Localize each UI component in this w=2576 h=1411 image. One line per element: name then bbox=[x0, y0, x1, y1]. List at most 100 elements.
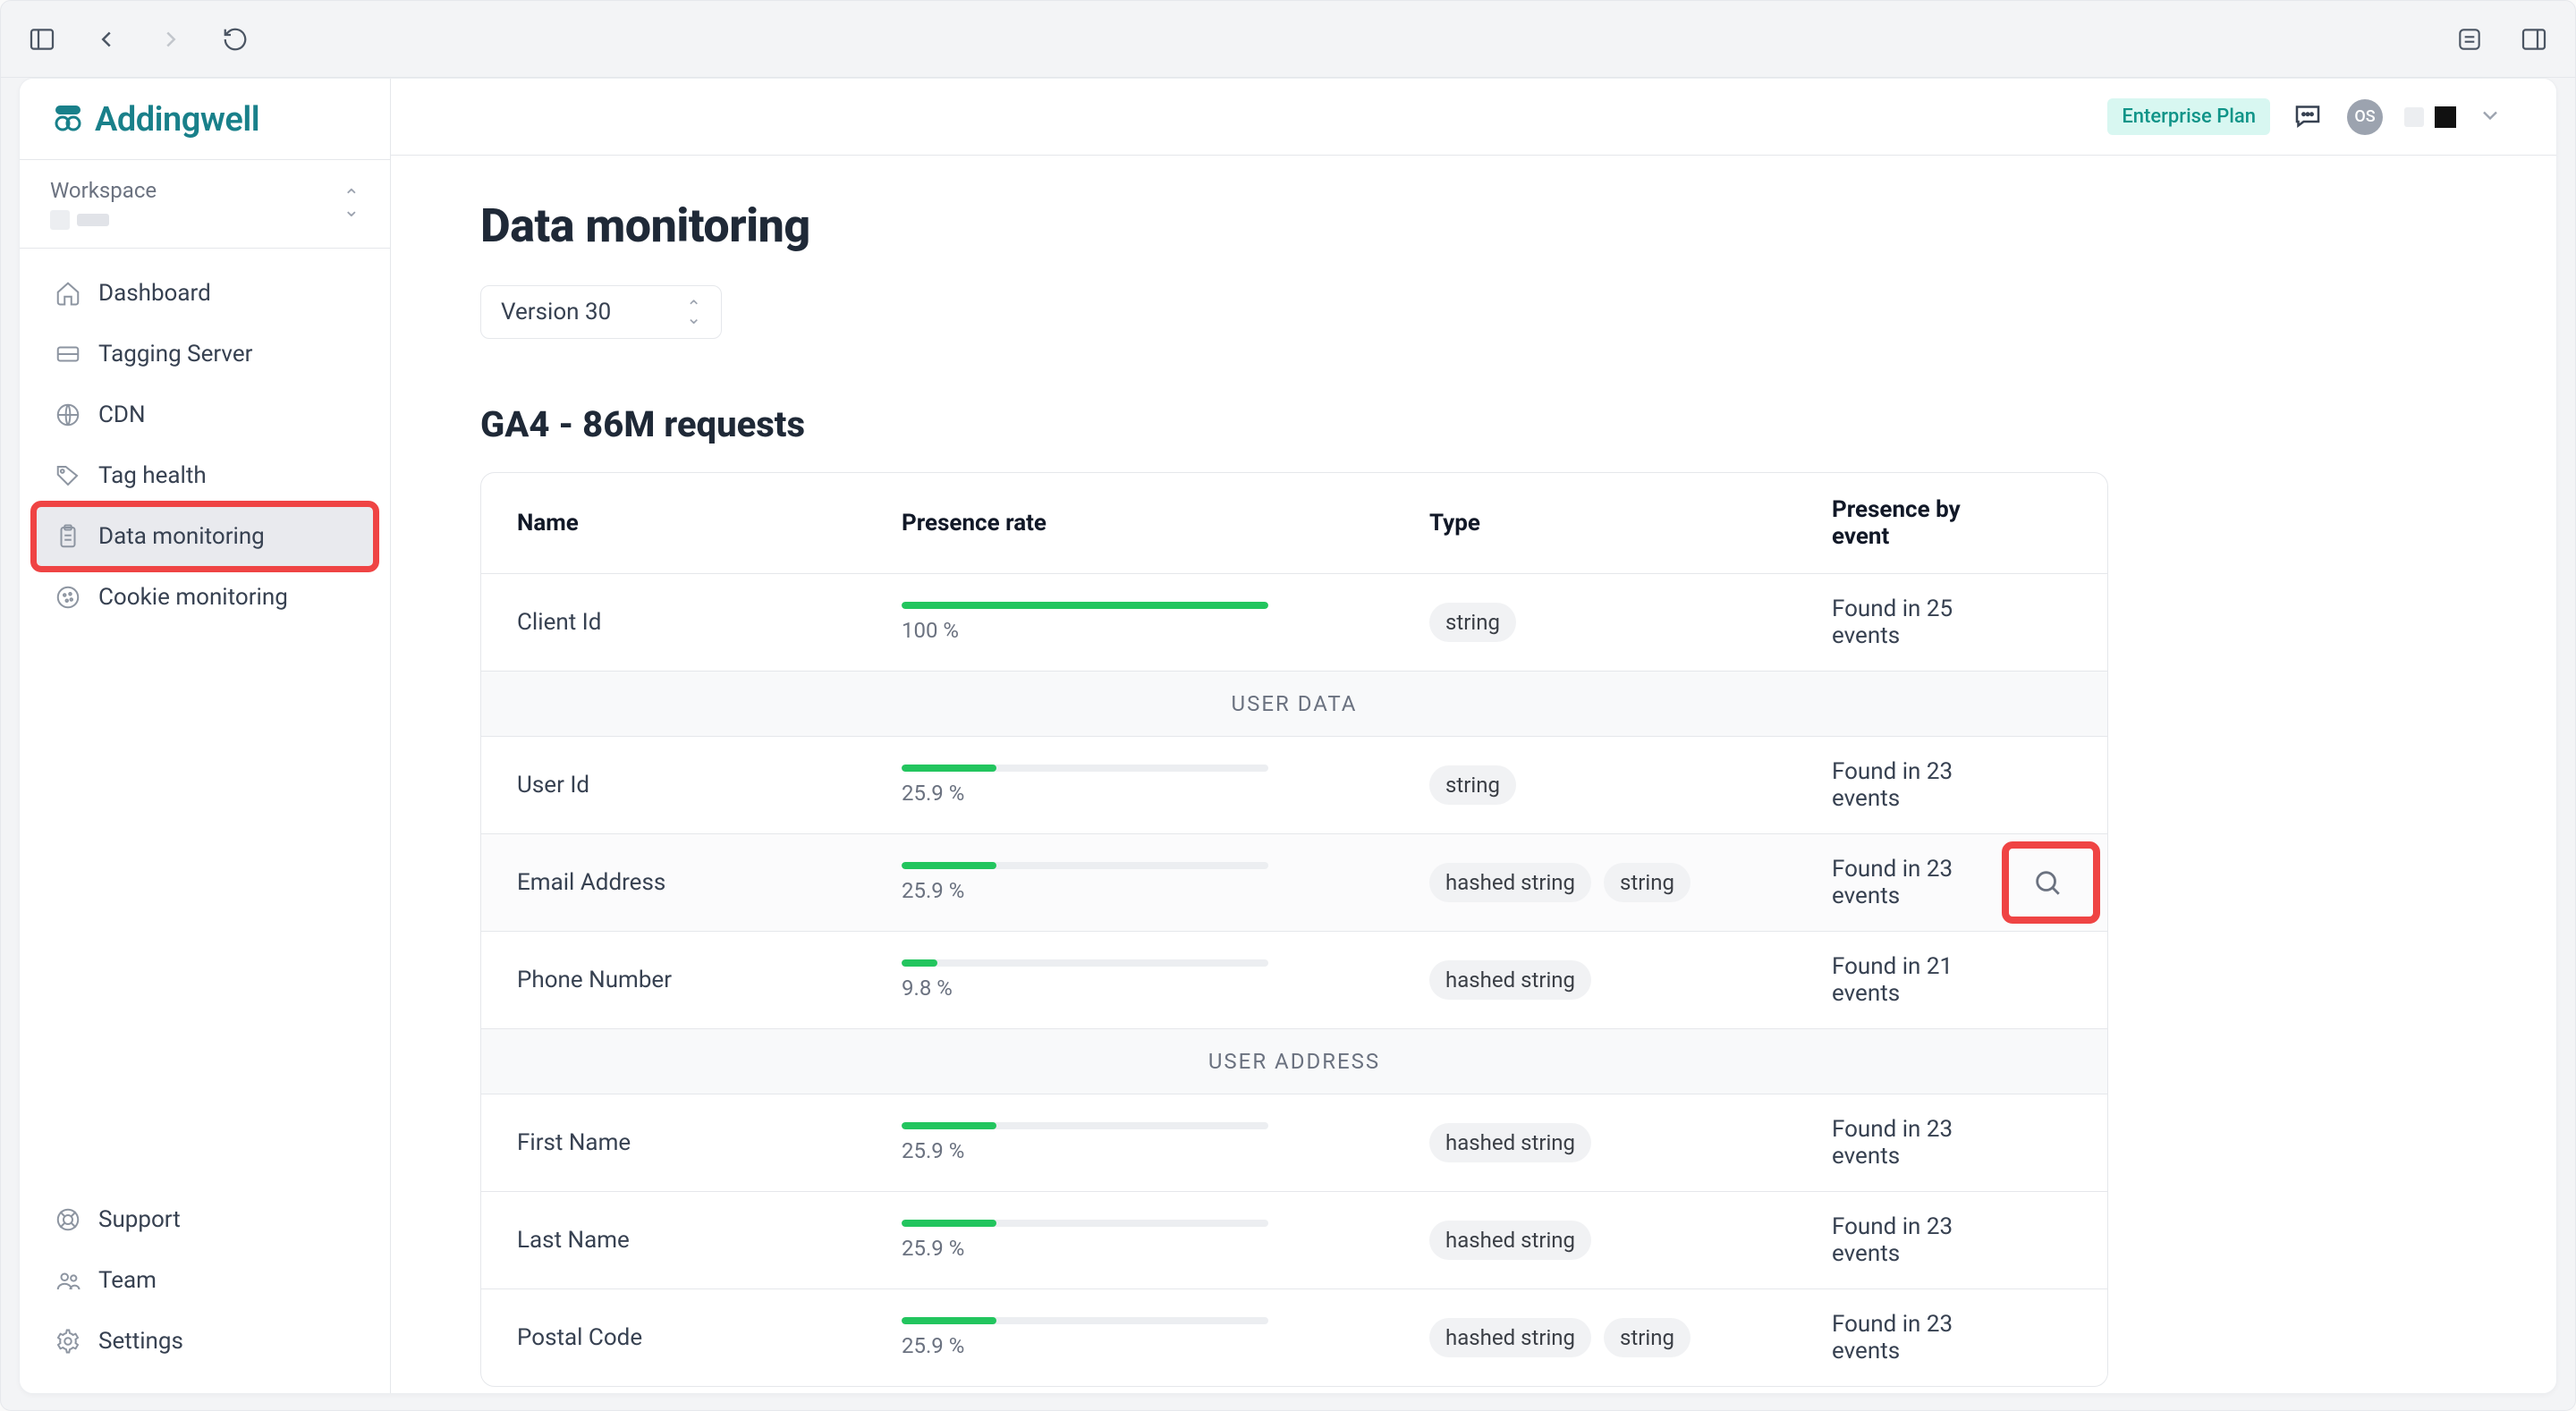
row-presence: Found in 23 events bbox=[1832, 856, 1982, 909]
sidebar-item-label: Data monitoring bbox=[98, 523, 265, 550]
sidebar-item-data-monitoring[interactable]: Data monitoring bbox=[36, 506, 374, 567]
reload-icon[interactable] bbox=[219, 23, 251, 55]
sidebar-item-label: Tag health bbox=[98, 462, 207, 489]
sidebar-item-settings[interactable]: Settings bbox=[36, 1311, 374, 1372]
chevron-down-icon[interactable] bbox=[2478, 103, 2503, 131]
plan-badge[interactable]: Enterprise Plan bbox=[2107, 98, 2270, 135]
type-tag: hashed string bbox=[1429, 1123, 1591, 1162]
presence-rate: 25.9 % bbox=[902, 1122, 1429, 1163]
tag-icon bbox=[54, 461, 82, 490]
workspace-selector[interactable]: Workspace ⌃⌄ bbox=[20, 160, 390, 249]
lifebuoy-icon bbox=[54, 1205, 82, 1234]
workspace-value bbox=[50, 210, 157, 230]
logo[interactable]: Addingwell bbox=[20, 79, 390, 160]
progress-fill bbox=[902, 602, 1268, 609]
forward-icon bbox=[155, 23, 187, 55]
presence-rate: 25.9 % bbox=[902, 1317, 1429, 1358]
presence-rate: 25.9 % bbox=[902, 765, 1429, 806]
table-row[interactable]: User Id25.9 %stringFound in 23 events bbox=[481, 736, 2107, 833]
back-icon[interactable] bbox=[90, 23, 123, 55]
section-title: USER DATA bbox=[1232, 691, 1358, 716]
browser-chrome bbox=[1, 1, 2575, 78]
table-row[interactable]: Postal Code25.9 % hashed stringstringFoun… bbox=[481, 1288, 2107, 1386]
progress-fill bbox=[902, 862, 996, 869]
sidebar-item-label: Cookie monitoring bbox=[98, 584, 288, 611]
sidebar-item-team[interactable]: Team bbox=[36, 1250, 374, 1311]
row-types: string bbox=[1429, 765, 1832, 805]
column-presence-by-event: Presence by event bbox=[1832, 496, 1982, 550]
org-name-placeholder bbox=[2435, 106, 2456, 128]
sidebar-item-label: Dashboard bbox=[98, 280, 211, 307]
sidebar-item-tag-health[interactable]: Tag health bbox=[36, 445, 374, 506]
progress-label: 25.9 % bbox=[902, 781, 1376, 806]
row-types: string bbox=[1429, 603, 1832, 642]
progress-bar bbox=[902, 1122, 1268, 1129]
topbar: Enterprise Plan OS bbox=[391, 79, 2556, 156]
presence-rate: 100 % bbox=[902, 602, 1429, 643]
type-tag: hashed string bbox=[1429, 960, 1591, 1000]
sidebar-item-dashboard[interactable]: Dashboard bbox=[36, 263, 374, 324]
table-header: Name Presence rate Type Presence by even… bbox=[481, 473, 2107, 573]
progress-fill bbox=[902, 959, 937, 967]
progress-bar bbox=[902, 765, 1268, 772]
table-row[interactable]: Client Id100 %stringFound in 25 events bbox=[481, 573, 2107, 671]
row-presence: Found in 23 events bbox=[1832, 1213, 1982, 1267]
section-title: USER ADDRESS bbox=[1208, 1049, 1380, 1074]
row-presence: Found in 25 events bbox=[1832, 596, 1982, 649]
column-name: Name bbox=[517, 510, 902, 537]
sidebar: Addingwell Workspace ⌃⌄ Dashboard bbox=[20, 79, 391, 1393]
extensions-icon[interactable] bbox=[2453, 23, 2486, 55]
version-select[interactable]: Version 30 ⌃⌄ bbox=[480, 285, 722, 339]
org-selector[interactable] bbox=[2404, 106, 2456, 128]
row-name: First Name bbox=[517, 1129, 902, 1156]
sidebar-item-tagging-server[interactable]: Tagging Server bbox=[36, 324, 374, 384]
row-name: Phone Number bbox=[517, 967, 902, 993]
column-type: Type bbox=[1429, 510, 1832, 537]
progress-fill bbox=[902, 1122, 996, 1129]
data-table: Name Presence rate Type Presence by even… bbox=[480, 472, 2108, 1387]
home-icon bbox=[54, 279, 82, 308]
sidebar-item-label: CDN bbox=[98, 401, 146, 428]
table-row[interactable]: First Name25.9 %hashed stringFound in 23… bbox=[481, 1094, 2107, 1191]
nav: Dashboard Tagging Server CDN Tag health … bbox=[20, 249, 390, 1186]
progress-label: 25.9 % bbox=[902, 1236, 1376, 1261]
row-name: User Id bbox=[517, 772, 902, 798]
sidebar-item-support[interactable]: Support bbox=[36, 1189, 374, 1250]
chevron-updown-icon: ⌃⌄ bbox=[343, 190, 360, 218]
sidebar-item-cookie-monitoring[interactable]: Cookie monitoring bbox=[36, 567, 374, 628]
table-row[interactable]: Last Name25.9 %hashed stringFound in 23 … bbox=[481, 1191, 2107, 1288]
search-button[interactable] bbox=[2023, 858, 2072, 907]
row-types: hashed string bbox=[1429, 1221, 1832, 1260]
presence-rate: 25.9 % bbox=[902, 1220, 1429, 1261]
sidebar-item-label: Team bbox=[98, 1267, 157, 1294]
progress-label: 25.9 % bbox=[902, 878, 1376, 903]
table-row[interactable]: Phone Number9.8 %hashed stringFound in 2… bbox=[481, 931, 2107, 1028]
table-row[interactable]: Email Address25.9 %hashed stringstringFo… bbox=[481, 833, 2107, 931]
chevron-updown-icon: ⌃⌄ bbox=[686, 301, 701, 323]
workspace-icon-placeholder bbox=[50, 210, 70, 230]
section-heading: GA4 - 86M requests bbox=[480, 403, 2108, 445]
chat-icon[interactable] bbox=[2292, 100, 2326, 134]
row-name: Postal Code bbox=[517, 1324, 902, 1351]
cookie-icon bbox=[54, 583, 82, 612]
avatar[interactable]: OS bbox=[2347, 99, 2383, 135]
row-types: hashed string bbox=[1429, 960, 1832, 1000]
row-presence: Found in 23 events bbox=[1832, 1311, 1982, 1365]
viewport: Addingwell Workspace ⌃⌄ Dashboard bbox=[0, 0, 2576, 1411]
column-presence-rate: Presence rate bbox=[902, 510, 1429, 537]
row-name: Client Id bbox=[517, 609, 902, 636]
panel-right-icon[interactable] bbox=[2518, 23, 2550, 55]
type-tag: hashed string bbox=[1429, 1221, 1591, 1260]
progress-fill bbox=[902, 1220, 996, 1227]
progress-label: 25.9 % bbox=[902, 1138, 1376, 1163]
workspace-name-placeholder bbox=[77, 214, 109, 226]
sidebar-item-cdn[interactable]: CDN bbox=[36, 384, 374, 445]
workspace-label: Workspace bbox=[50, 178, 157, 203]
version-select-value: Version 30 bbox=[501, 299, 611, 325]
table-section-header: USER DATA bbox=[481, 671, 2107, 736]
logo-mark-icon bbox=[52, 104, 84, 136]
progress-bar bbox=[902, 602, 1268, 609]
progress-label: 25.9 % bbox=[902, 1333, 1376, 1358]
row-types: hashed stringstring bbox=[1429, 1318, 1832, 1357]
sidebar-toggle-icon[interactable] bbox=[26, 23, 58, 55]
